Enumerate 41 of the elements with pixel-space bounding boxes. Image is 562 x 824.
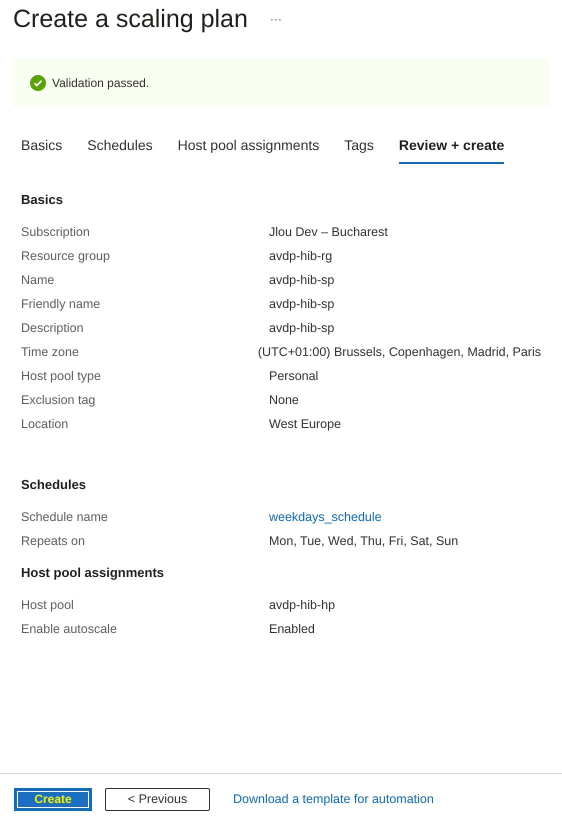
field-label: Host pool [21, 597, 75, 614]
field-label: Friendly name [21, 296, 102, 314]
field-label: Time zone [21, 344, 80, 362]
field-label: Subscription [21, 224, 91, 242]
page-title: Create a scaling plan [13, 4, 248, 34]
field-value: Jlou Dev – Bucharest [269, 224, 388, 242]
previous-button[interactable]: < Previous [105, 788, 210, 810]
section-heading: Basics [21, 191, 64, 209]
tab[interactable]: Schedules [87, 135, 153, 164]
field-value: avdp-hib-sp [269, 320, 334, 338]
field-value: avdp-hib-rg [269, 248, 332, 266]
field-label: Name [21, 272, 56, 290]
field-value: Mon, Tue, Wed, Thu, Fri, Sat, Sun [269, 532, 458, 550]
field-label: Resource group [21, 248, 111, 266]
field-value: Enabled [269, 621, 315, 638]
field-value: Personal [269, 368, 318, 386]
field-value: None [269, 392, 299, 410]
tab[interactable]: Review + create [398, 135, 504, 164]
field-label: Host pool type [21, 368, 102, 386]
field-label: Location [21, 416, 70, 434]
tab[interactable]: Basics [21, 135, 62, 164]
field-value: West Europe [269, 416, 342, 434]
tab[interactable]: Host pool assignments [178, 135, 320, 164]
field-label: Schedule name [21, 508, 109, 526]
field-value: avdp-hib-sp [269, 296, 334, 314]
tab[interactable]: Tags [344, 135, 374, 164]
field-label: Exclusion tag [21, 392, 96, 410]
create-button[interactable]: Create [14, 788, 92, 810]
section-heading: Schedules [21, 476, 88, 494]
validation-message: Validation passed. [52, 74, 150, 92]
field-value: (UTC+01:00) Brussels, Copenhagen, Madrid, Paris [258, 344, 541, 362]
section-heading: Host pool assignments [21, 564, 166, 582]
value-link[interactable]: weekdays_schedule [269, 508, 382, 526]
field-value: avdp-hib-sp [269, 272, 334, 290]
field-value: avdp-hib-hp [269, 597, 336, 614]
check-circle-icon [30, 74, 46, 90]
field-label: Description [21, 320, 85, 338]
download-template-link[interactable]: Download a template for automation [233, 790, 434, 808]
more-options-button[interactable]: ··· [270, 10, 282, 28]
field-label: Enable autoscale [21, 621, 118, 638]
field-label: Repeats on [21, 532, 86, 550]
